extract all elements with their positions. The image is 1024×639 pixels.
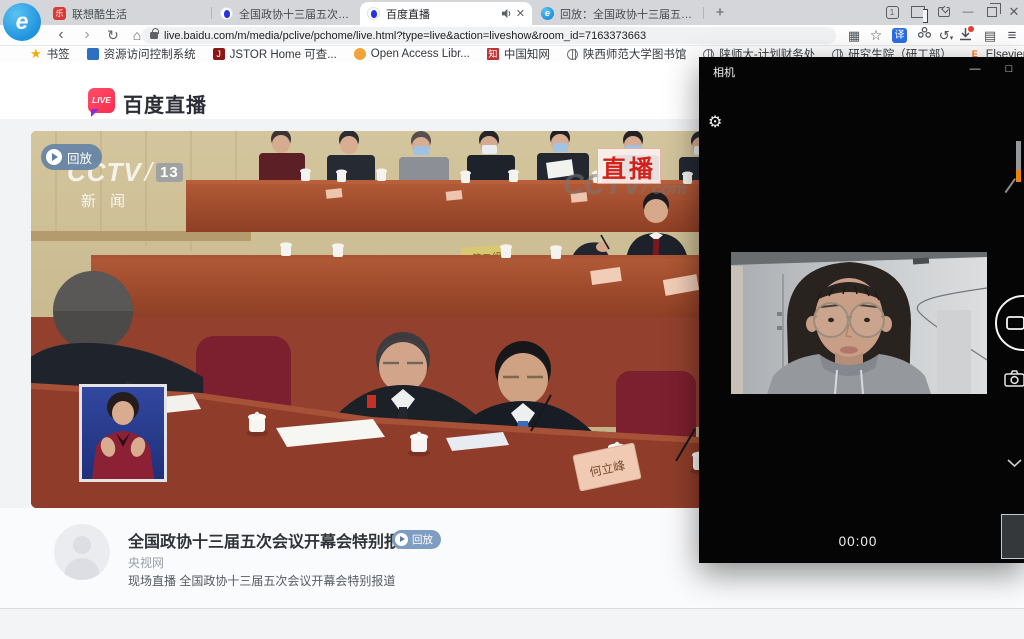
back-button[interactable]: ‹ bbox=[50, 25, 72, 46]
download-alert-dot bbox=[968, 26, 974, 32]
lenovo-browser-logo[interactable]: e bbox=[3, 3, 41, 41]
live-badge: 直播 bbox=[597, 148, 661, 184]
globe-icon bbox=[567, 49, 578, 60]
new-tab-button[interactable]: + bbox=[708, 0, 732, 24]
window-restore-button[interactable] bbox=[980, 0, 1004, 24]
lenovo-life-favicon: 乐 bbox=[53, 7, 66, 20]
forward-button[interactable]: › bbox=[76, 25, 98, 46]
address-bar[interactable] bbox=[142, 27, 836, 44]
tab-separator bbox=[211, 7, 212, 19]
camera-settings-gear-icon[interactable]: ⚙ bbox=[708, 112, 722, 132]
bookmark-item[interactable]: JJSTOR Home 可查... bbox=[213, 46, 337, 62]
baidu-favicon bbox=[367, 7, 380, 20]
zoom-slider-line bbox=[1005, 178, 1016, 193]
bookmark-item[interactable]: 陕西师范大学图书馆 bbox=[567, 46, 687, 62]
video-camera-icon bbox=[1006, 315, 1024, 331]
bookmark-favicon: J bbox=[213, 48, 225, 60]
tab-cppcc-search[interactable]: 全国政协十三届五次会议开幕_百度 bbox=[213, 2, 358, 25]
bookmark-star-icon: ★ bbox=[30, 48, 42, 60]
zoom-slider bbox=[1016, 141, 1021, 170]
favorite-star-icon[interactable]: ☆ bbox=[866, 26, 886, 45]
video-player[interactable]: 第二组 bbox=[31, 131, 768, 508]
sign-language-inset bbox=[79, 384, 167, 482]
tab-close-icon[interactable]: ✕ bbox=[516, 7, 525, 20]
taskbar bbox=[0, 608, 1024, 639]
lenovo-browser-favicon: e bbox=[541, 7, 554, 20]
tab-label: 全国政协十三届五次会议开幕_百度 bbox=[239, 6, 351, 22]
camera-window-title: 相机 bbox=[713, 64, 735, 80]
bookmark-item[interactable]: 知中国知网 bbox=[487, 46, 550, 62]
video-title: 全国政协十三届五次会议开幕会特别报道 bbox=[128, 528, 416, 552]
camera-minimize-button[interactable]: — bbox=[961, 59, 989, 79]
publisher-name: 央视网 bbox=[128, 554, 164, 571]
baidu-favicon bbox=[220, 7, 233, 20]
tab-label: 百度直播 bbox=[386, 6, 497, 22]
grid-icon[interactable]: ▦ bbox=[844, 26, 864, 45]
secure-lock-icon bbox=[150, 32, 158, 39]
replay-status-badge: 回放 bbox=[392, 530, 441, 549]
chevron-down-icon[interactable] bbox=[1007, 459, 1022, 467]
play-icon bbox=[46, 149, 62, 165]
tab-audio-icon[interactable] bbox=[501, 8, 512, 19]
record-video-button[interactable] bbox=[995, 295, 1024, 351]
gallery-thumbnail[interactable] bbox=[1001, 514, 1024, 559]
window-minimize-button[interactable]: — bbox=[956, 0, 980, 24]
menu-icon[interactable]: ≡ bbox=[1002, 26, 1022, 45]
tab-label: 联想酷生活 bbox=[72, 6, 203, 22]
tab-count-icon[interactable]: 1 bbox=[880, 0, 904, 24]
window-close-button[interactable]: ✕ bbox=[1002, 0, 1024, 24]
browser-tab-bar: 乐 联想酷生活 全国政协十三届五次会议开幕_百度 百度直播 ✕ e 回放：全国政… bbox=[0, 0, 1024, 25]
translate-icon[interactable]: 译 bbox=[892, 28, 907, 43]
bookmark-favicon bbox=[87, 48, 99, 60]
tab-replay-cppcc[interactable]: e 回放：全国政协十三届五次会议开 bbox=[534, 2, 700, 25]
site-brand-title[interactable]: 百度直播 bbox=[123, 89, 207, 118]
camera-app-window: 相机 — □ ⚙ bbox=[699, 57, 1024, 563]
refresh-button[interactable]: ↻ bbox=[102, 25, 124, 46]
collection-icon[interactable] bbox=[914, 26, 934, 45]
take-photo-icon[interactable] bbox=[1004, 370, 1024, 387]
player-replay-button[interactable]: 回放 bbox=[41, 144, 102, 170]
url-input[interactable] bbox=[164, 30, 828, 42]
video-description: 现场直播 全国政协十三届五次会议开幕会特别报道 bbox=[128, 572, 395, 589]
baidu-live-logo-icon[interactable]: LIVE bbox=[88, 88, 115, 113]
recording-timer: 00:00 bbox=[828, 534, 888, 549]
tab-lenovo-life[interactable]: 乐 联想酷生活 bbox=[46, 2, 210, 25]
camera-maximize-button[interactable]: □ bbox=[995, 59, 1023, 79]
bookmark-item[interactable]: 资源访问控制系统 bbox=[87, 46, 196, 62]
webcam-feed bbox=[731, 252, 987, 394]
workspaces-icon[interactable] bbox=[932, 0, 956, 24]
zoom-slider-tip bbox=[1016, 170, 1021, 182]
bookmark-favicon bbox=[354, 48, 366, 60]
sidebar-icon[interactable]: ▤ bbox=[980, 26, 1000, 45]
play-icon bbox=[395, 533, 408, 546]
bookmark-item[interactable]: Open Access Libr... bbox=[354, 48, 470, 60]
tab-baidu-live[interactable]: 百度直播 ✕ bbox=[360, 2, 532, 25]
publisher-avatar bbox=[54, 524, 110, 580]
tab-label: 回放：全国政协十三届五次会议开 bbox=[560, 6, 693, 22]
bookmarks-root[interactable]: ★书签 bbox=[30, 46, 70, 62]
bookmark-favicon: 知 bbox=[487, 48, 499, 60]
split-screen-icon[interactable] bbox=[906, 0, 930, 24]
undo-icon[interactable]: ↺▾ bbox=[936, 26, 956, 45]
tab-separator bbox=[703, 7, 704, 19]
